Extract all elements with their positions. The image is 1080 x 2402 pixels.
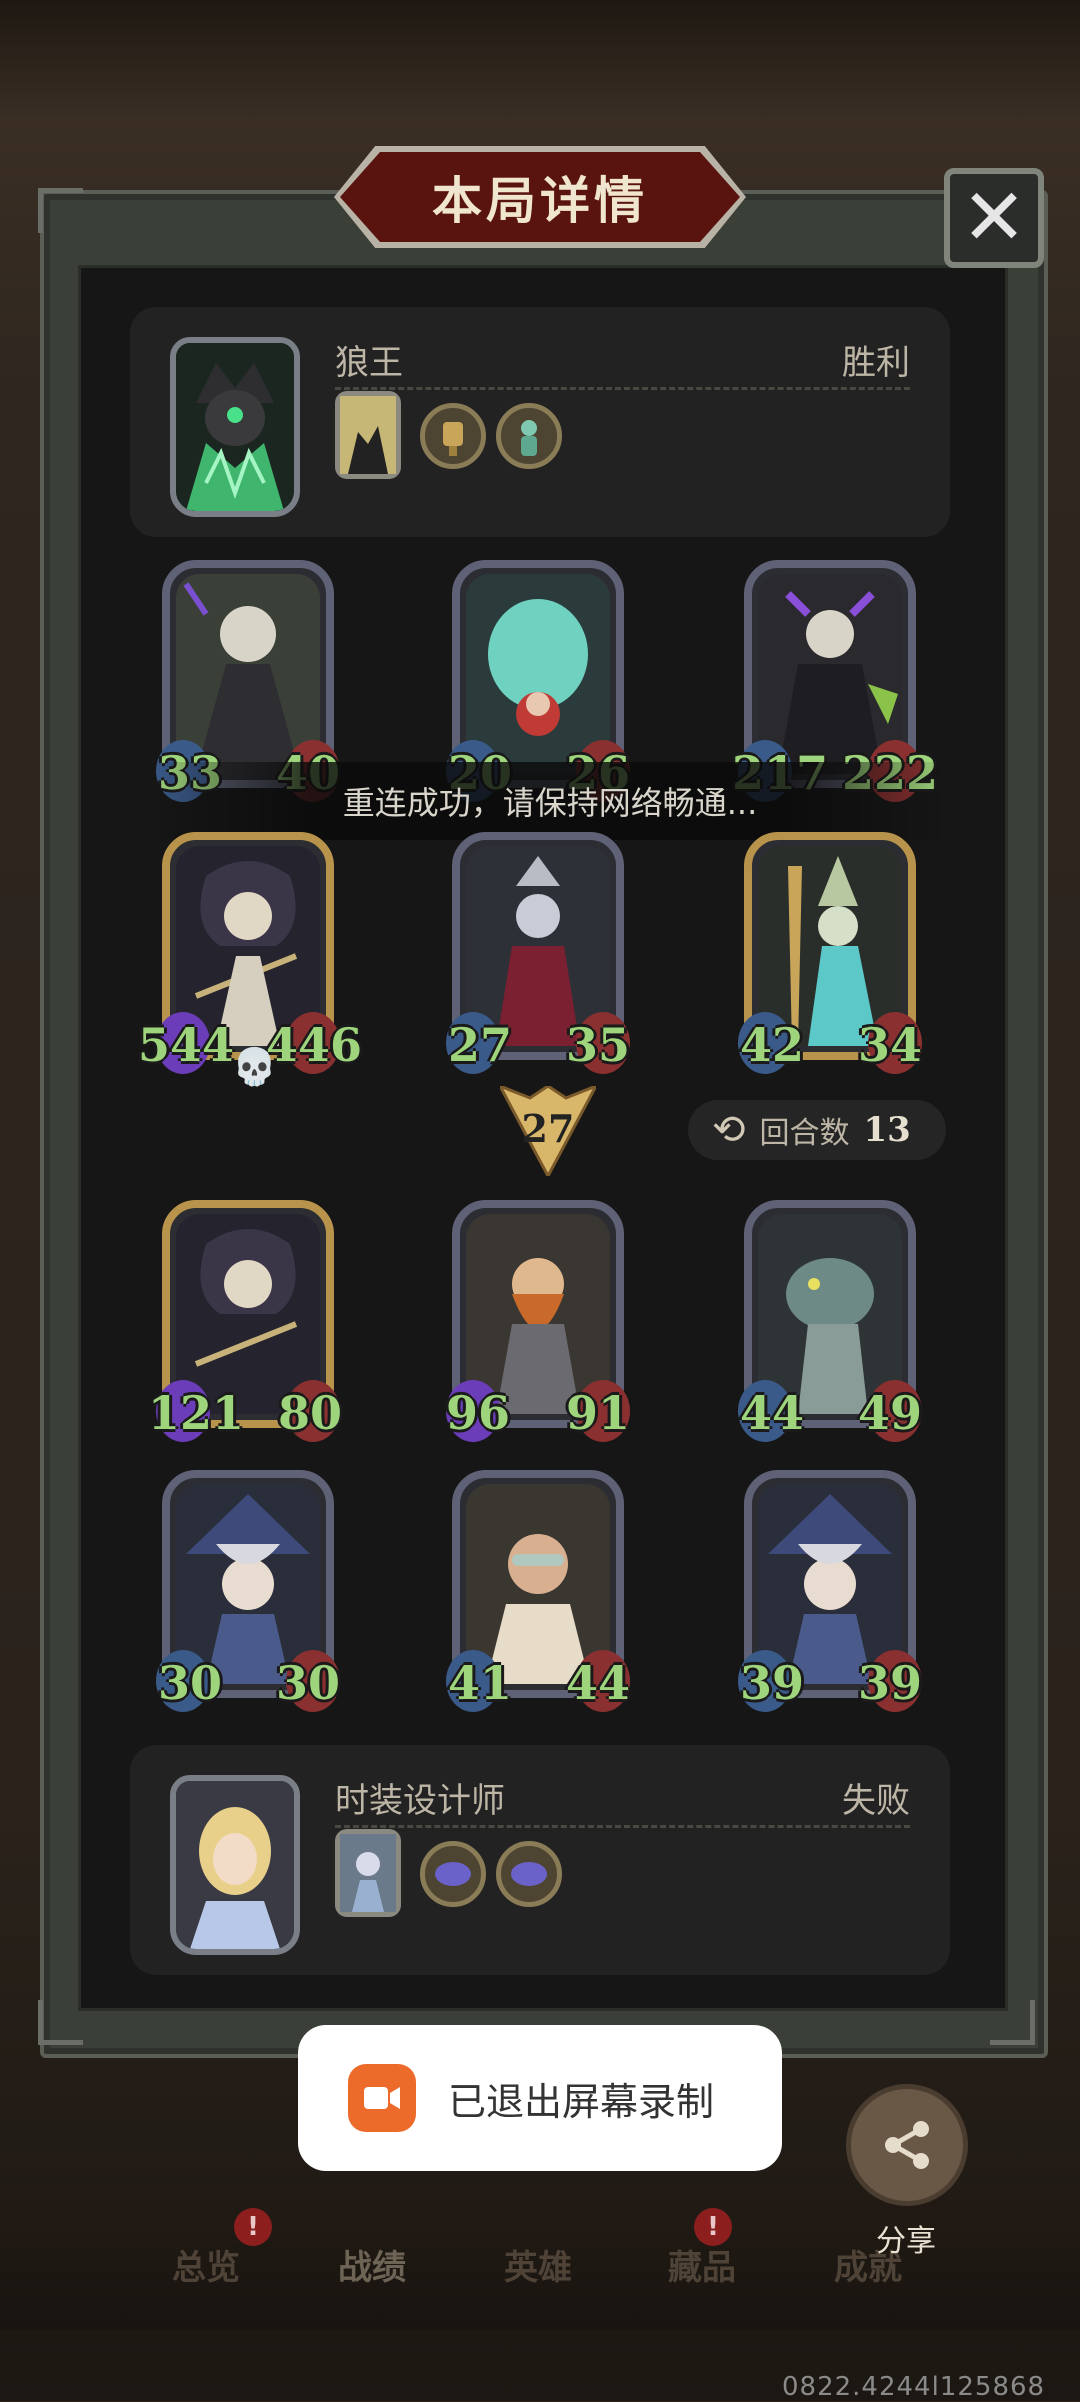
tab-heroes[interactable]: 英雄 [504,2240,572,2289]
turn-counter: ⟲ 回合数 13 [688,1100,946,1160]
minion-card[interactable]: 30 30 [156,1470,340,1712]
health-value: 35 [565,1018,630,1072]
attack-value: 41 [448,1656,513,1710]
hero-portrait-slot[interactable] [335,391,401,479]
turn-value: 13 [863,1110,911,1150]
health-value: 91 [565,1386,630,1440]
reconnect-toast: 重连成功，请保持网络畅通... [150,762,950,840]
turn-label: 回合数 [759,1116,850,1151]
health-value: 39 [857,1656,922,1710]
minion-card-golden[interactable]: 121 80 [148,1200,342,1442]
player-result: 胜利 [842,343,910,383]
minion-card[interactable]: 217 222 [732,560,938,802]
skull-icon: 💀 [232,1047,277,1088]
attack-value: 544 [138,1018,235,1072]
attack-value: 39 [740,1656,805,1710]
player-name: 时装设计师 [335,1781,505,1821]
health-value: 49 [857,1386,922,1440]
minion-card[interactable]: 44 49 [738,1200,922,1442]
bottom-tab-bar: 总览 战绩 英雄 藏品 成就 ! ! [0,2190,1080,2330]
health-value: 30 [275,1656,340,1710]
close-icon: ✕ [961,173,1027,263]
share-label: 分享 [876,2224,936,2259]
attack-value: 30 [158,1656,223,1710]
close-button[interactable]: ✕ [944,168,1044,268]
item-slot[interactable] [420,403,486,469]
player-avatar [170,337,300,517]
screen-record-toast: 已退出屏幕录制 [298,2025,782,2171]
damage-value: 27 [521,1106,575,1151]
health-value: 446 [265,1018,362,1072]
item-slot[interactable] [496,1841,562,1907]
user-id: 0822.4244l125868 [782,2372,1046,2402]
hero-portrait-slot[interactable] [335,1829,401,1917]
winner-card: 狼王 胜利 [130,307,950,537]
minion-card[interactable]: 96 91 [446,1200,630,1442]
record-message: 已退出屏幕录制 [448,2079,715,2124]
minion-card[interactable]: 39 39 [738,1470,922,1712]
player-avatar [170,1775,300,1955]
item-slot[interactable] [420,1841,486,1907]
tab-records[interactable]: 战绩 [338,2240,406,2289]
health-value: 80 [277,1386,342,1440]
page-title: 本局详情 [432,172,648,230]
minion-card[interactable]: 20 26 [446,560,630,802]
attack-value: 27 [448,1018,513,1072]
damage-badge: 27 [500,1086,596,1176]
divider [335,1825,910,1828]
minion-card[interactable]: 33 40 [156,560,340,802]
share-button[interactable] [846,2084,968,2206]
tab-collection[interactable]: 藏品 [668,2240,736,2289]
divider [335,387,910,390]
loser-card: 时装设计师 失败 [130,1745,950,1975]
tab-overview[interactable]: 总览 [172,2240,240,2289]
attack-value: 121 [148,1386,245,1440]
notification-badge: ! [234,2208,272,2246]
item-slot[interactable] [496,403,562,469]
frame-corner [38,188,83,233]
player-result: 失败 [842,1781,910,1821]
attack-value: 44 [740,1386,805,1440]
minion-card-golden[interactable]: 42 34 [738,832,922,1074]
notification-badge: ! [694,2208,732,2246]
minion-card[interactable]: 27 35 [446,832,630,1074]
health-value: 44 [565,1656,630,1710]
attack-value: 96 [446,1386,511,1440]
frame-corner [990,2000,1035,2045]
attack-value: 42 [740,1018,805,1072]
reconnect-message: 重连成功，请保持网络畅通... [342,784,758,822]
player-name: 狼王 [335,343,403,383]
share-icon [885,2121,929,2169]
frame-corner [38,2000,83,2045]
minion-card-golden[interactable]: 544 446 💀 [138,832,362,1088]
minion-card[interactable]: 41 44 [446,1470,630,1712]
health-value: 34 [857,1018,922,1072]
title-plate: 本局详情 [334,146,746,248]
refresh-icon: ⟲ [712,1107,746,1153]
video-camera-icon [348,2064,416,2132]
